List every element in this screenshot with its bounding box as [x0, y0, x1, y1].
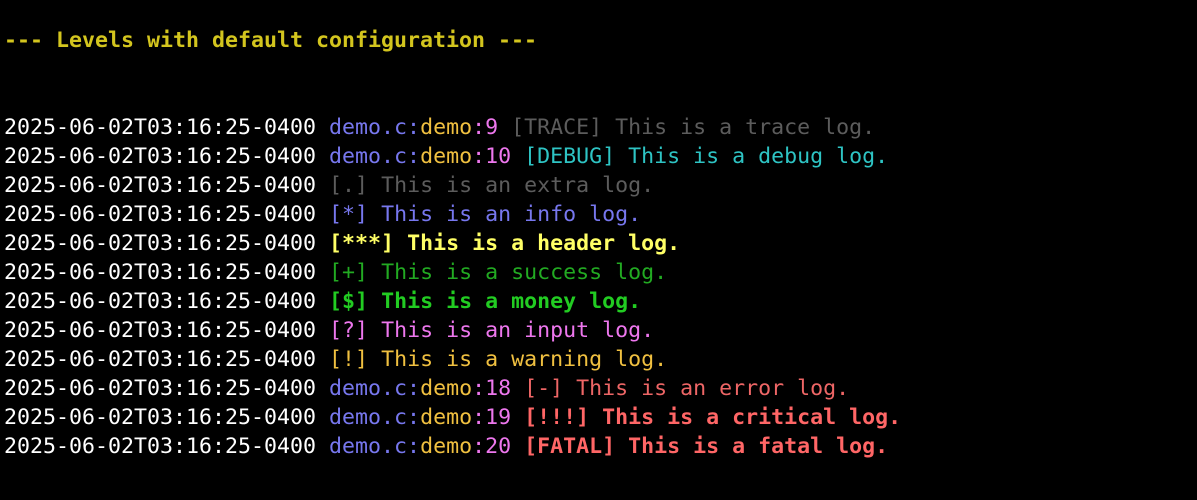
- log-message-warning: This is a warning log.: [381, 347, 668, 372]
- log-timestamp: 2025-06-02T03:16:25-0400: [4, 144, 317, 169]
- log-line-number: 9: [485, 115, 499, 140]
- log-tag-extra: [.]: [329, 173, 369, 198]
- log-tag-critical: [!!!]: [524, 405, 590, 430]
- log-tag-warning: [!]: [329, 347, 369, 372]
- log-tag-header: [***]: [329, 231, 395, 256]
- log-line-info: 2025-06-02T03:16:25-0400 [*] This is an …: [4, 200, 641, 229]
- log-line-header: 2025-06-02T03:16:25-0400 [***] This is a…: [4, 229, 680, 258]
- log-timestamp: 2025-06-02T03:16:25-0400: [4, 231, 317, 256]
- log-tag-input: [?]: [329, 318, 369, 343]
- log-tag-debug: [DEBUG]: [524, 144, 616, 169]
- log-func: demo: [420, 405, 473, 430]
- log-line-number: 10: [485, 144, 512, 169]
- log-func: demo: [420, 434, 473, 459]
- log-line-error: 2025-06-02T03:16:25-0400 demo.c:demo:18 …: [4, 376, 850, 401]
- log-timestamp: 2025-06-02T03:16:25-0400: [4, 405, 317, 430]
- log-line-critical: 2025-06-02T03:16:25-0400 demo.c:demo:19 …: [4, 405, 902, 430]
- log-func: demo: [420, 115, 473, 140]
- log-message-input: This is an input log.: [381, 318, 655, 343]
- log-message-trace: This is a trace log.: [615, 115, 876, 140]
- log-line-number: 18: [485, 376, 512, 401]
- log-message-money: This is a money log.: [381, 289, 642, 314]
- section-heading: --- Levels with default configuration --…: [4, 28, 538, 53]
- log-timestamp: 2025-06-02T03:16:25-0400: [4, 318, 317, 343]
- log-tag-info: [*]: [329, 202, 369, 227]
- log-timestamp: 2025-06-02T03:16:25-0400: [4, 347, 317, 372]
- log-timestamp: 2025-06-02T03:16:25-0400: [4, 260, 317, 285]
- log-line-money: 2025-06-02T03:16:25-0400 [$] This is a m…: [4, 287, 641, 316]
- log-line-number: 19: [485, 405, 512, 430]
- log-tag-error: [-]: [524, 376, 564, 401]
- log-line-number: 20: [485, 434, 512, 459]
- log-message-header: This is a header log.: [407, 231, 681, 256]
- log-timestamp: 2025-06-02T03:16:25-0400: [4, 376, 317, 401]
- log-tag-success: [+]: [329, 260, 369, 285]
- log-timestamp: 2025-06-02T03:16:25-0400: [4, 173, 317, 198]
- log-timestamp: 2025-06-02T03:16:25-0400: [4, 289, 317, 314]
- log-message-error: This is an error log.: [576, 376, 850, 401]
- log-file: demo.c: [329, 434, 408, 459]
- log-message-critical: This is a critical log.: [602, 405, 902, 430]
- log-file: demo.c: [329, 144, 408, 169]
- log-line-input: 2025-06-02T03:16:25-0400 [?] This is an …: [4, 316, 654, 345]
- log-tag-fatal: [FATAL]: [524, 434, 616, 459]
- log-file: demo.c: [329, 115, 408, 140]
- log-func: demo: [420, 144, 473, 169]
- log-line-fatal: 2025-06-02T03:16:25-0400 demo.c:demo:20 …: [4, 434, 889, 459]
- log-line-success: 2025-06-02T03:16:25-0400 [+] This is a s…: [4, 258, 667, 287]
- log-timestamp: 2025-06-02T03:16:25-0400: [4, 115, 317, 140]
- log-line-trace: 2025-06-02T03:16:25-0400 demo.c:demo:9 […: [4, 115, 876, 140]
- log-message-info: This is an info log.: [381, 202, 642, 227]
- log-message-success: This is a success log.: [381, 260, 668, 285]
- log-timestamp: 2025-06-02T03:16:25-0400: [4, 434, 317, 459]
- log-message-fatal: This is a fatal log.: [628, 434, 889, 459]
- log-file: demo.c: [329, 376, 408, 401]
- log-line-warning: 2025-06-02T03:16:25-0400 [!] This is a w…: [4, 345, 667, 374]
- log-file: demo.c: [329, 405, 408, 430]
- log-timestamp: 2025-06-02T03:16:25-0400: [4, 202, 317, 227]
- log-message-debug: This is a debug log.: [628, 144, 889, 169]
- log-tag-money: [$]: [329, 289, 369, 314]
- log-tag-trace: [TRACE]: [511, 115, 603, 140]
- log-func: demo: [420, 376, 473, 401]
- log-message-extra: This is an extra log.: [381, 173, 655, 198]
- log-line-debug: 2025-06-02T03:16:25-0400 demo.c:demo:10 …: [4, 144, 889, 169]
- log-line-extra: 2025-06-02T03:16:25-0400 [.] This is an …: [4, 171, 654, 200]
